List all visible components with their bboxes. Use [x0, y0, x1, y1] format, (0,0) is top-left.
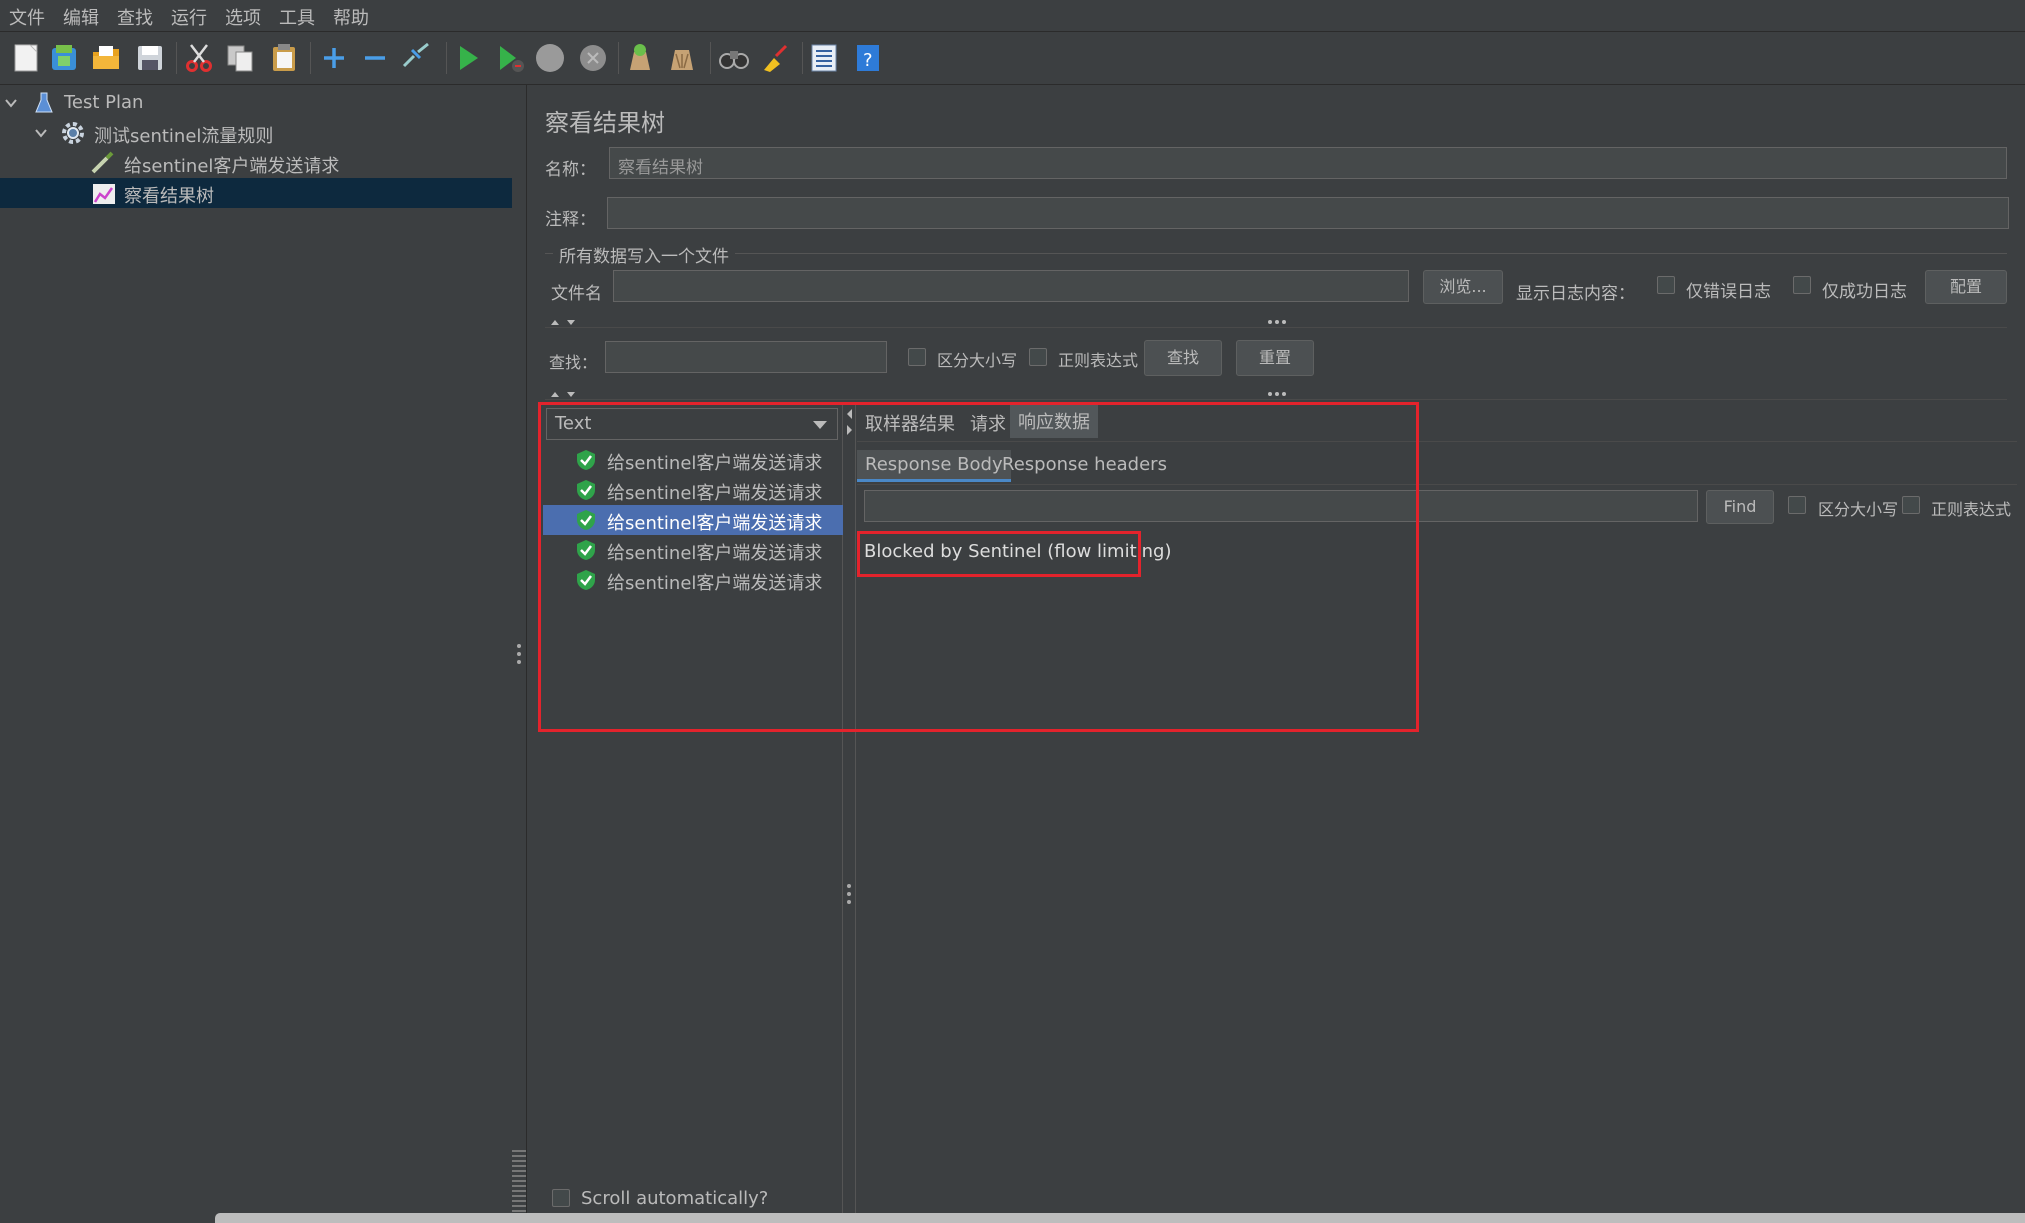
menu-edit[interactable]: 编辑 — [54, 0, 108, 34]
tree-node-test-plan[interactable]: Test Plan — [0, 88, 512, 118]
function-helper-icon[interactable] — [808, 42, 840, 74]
body-case-sensitive-checkbox[interactable] — [1788, 496, 1806, 514]
errors-only-label: 仅错误日志 — [1686, 282, 1771, 302]
section-splitter-bottom[interactable] — [545, 399, 2007, 400]
case-sensitive-checkbox[interactable] — [908, 348, 926, 366]
configure-button[interactable]: 配置 — [1925, 270, 2007, 304]
body-regex-checkbox[interactable] — [1902, 496, 1920, 514]
stop-icon[interactable] — [534, 42, 566, 74]
chevron-down-icon[interactable] — [34, 127, 48, 139]
filename-label: 文件名 — [551, 284, 602, 304]
templates-icon[interactable] — [48, 42, 80, 74]
filename-field[interactable] — [613, 270, 1409, 302]
log-display-label: 显示日志内容： — [1516, 284, 1635, 304]
menu-search[interactable]: 查找 — [108, 0, 162, 34]
toggle-icon[interactable] — [400, 42, 432, 74]
reset-search-icon[interactable] — [760, 42, 792, 74]
chevron-down-icon[interactable] — [4, 97, 18, 109]
browse-button[interactable]: 浏览... — [1423, 270, 1503, 304]
menu-help[interactable]: 帮助 — [324, 0, 378, 34]
test-plan-tree: Test Plan 测试sentinel流量规则 给sentinel客户端发送请… — [0, 85, 513, 1223]
success-only-checkbox[interactable] — [1793, 276, 1811, 294]
case-sensitive-label: 区分大小写 — [937, 351, 1018, 370]
open-icon[interactable] — [90, 42, 122, 74]
save-icon[interactable] — [134, 42, 166, 74]
menu-file[interactable]: 文件 — [0, 0, 54, 34]
regex-checkbox[interactable] — [1029, 348, 1047, 366]
splitter-arrows-icon[interactable] — [549, 317, 583, 327]
search-button[interactable]: 查找 — [1144, 340, 1222, 376]
body-find-button[interactable]: Find — [1706, 490, 1774, 524]
reset-button[interactable]: 重置 — [1236, 340, 1314, 376]
tree-label-test-plan: Test Plan — [64, 92, 144, 113]
tree-node-thread-group[interactable]: 测试sentinel流量规则 — [0, 118, 512, 148]
splitter-arrows-icon[interactable] — [549, 389, 583, 399]
section-splitter-top[interactable] — [545, 327, 2007, 328]
collapse-icon[interactable] — [359, 42, 391, 74]
divider-grip-icon[interactable] — [846, 883, 852, 905]
cut-icon[interactable] — [183, 42, 215, 74]
graph-icon — [93, 184, 115, 204]
main-splitter[interactable] — [512, 85, 527, 1223]
search-label: 查找： — [549, 353, 598, 372]
splitter-dots-icon[interactable] — [1267, 319, 1287, 325]
clear-all-icon[interactable] — [666, 42, 698, 74]
file-section-title: 所有数据写入一个文件 — [553, 242, 735, 267]
name-label: 名称： — [545, 160, 596, 180]
new-icon[interactable] — [10, 42, 42, 74]
start-no-pause-icon[interactable] — [494, 42, 526, 74]
scroll-auto-label: Scroll automatically? — [581, 1188, 769, 1209]
clear-icon[interactable] — [624, 42, 656, 74]
comment-label: 注释： — [545, 210, 596, 230]
errors-only-checkbox[interactable] — [1657, 276, 1675, 294]
scroll-auto-checkbox[interactable] — [552, 1189, 570, 1207]
highlight-box-response — [857, 531, 1141, 577]
search-input[interactable] — [605, 341, 887, 373]
pipette-icon — [91, 151, 114, 174]
regex-label: 正则表达式 — [1058, 351, 1139, 370]
tree-node-sampler[interactable]: 给sentinel客户端发送请求 — [0, 148, 512, 178]
horizontal-scrollbar[interactable] — [215, 1213, 2025, 1223]
menu-options[interactable]: 选项 — [216, 0, 270, 34]
splitter-grip-icon[interactable] — [516, 643, 522, 665]
gear-icon — [62, 122, 84, 144]
tree-label-results-tree: 察看结果树 — [124, 186, 214, 207]
name-field[interactable]: 察看结果树 — [609, 147, 2007, 179]
comment-field[interactable] — [607, 197, 2009, 229]
file-section-border — [545, 253, 2007, 254]
svg-text:?: ? — [863, 50, 873, 71]
success-only-label: 仅成功日志 — [1822, 282, 1907, 302]
tree-node-results-tree[interactable]: 察看结果树 — [0, 178, 512, 208]
copy-icon[interactable] — [224, 42, 256, 74]
start-icon[interactable] — [452, 42, 484, 74]
paste-icon[interactable] — [268, 42, 300, 74]
menu-tools[interactable]: 工具 — [270, 0, 324, 34]
panel-title: 察看结果树 — [545, 109, 665, 137]
help-icon[interactable]: ? — [852, 42, 884, 74]
splitter-dots-icon[interactable] — [1267, 391, 1287, 397]
tree-label-thread-group: 测试sentinel流量规则 — [94, 126, 274, 147]
search-icon[interactable] — [718, 42, 750, 74]
shutdown-icon[interactable] — [577, 42, 609, 74]
expand-icon[interactable] — [318, 42, 350, 74]
tree-label-sampler: 给sentinel客户端发送请求 — [124, 156, 340, 177]
body-regex-label: 正则表达式 — [1931, 500, 2012, 519]
menu-run[interactable]: 运行 — [162, 0, 216, 34]
toolbar: ? — [0, 32, 2025, 85]
menu-bar: 文件 编辑 查找 运行 选项 工具 帮助 — [0, 0, 2025, 32]
flask-icon — [35, 92, 53, 113]
body-case-sensitive-label: 区分大小写 — [1818, 500, 1899, 519]
